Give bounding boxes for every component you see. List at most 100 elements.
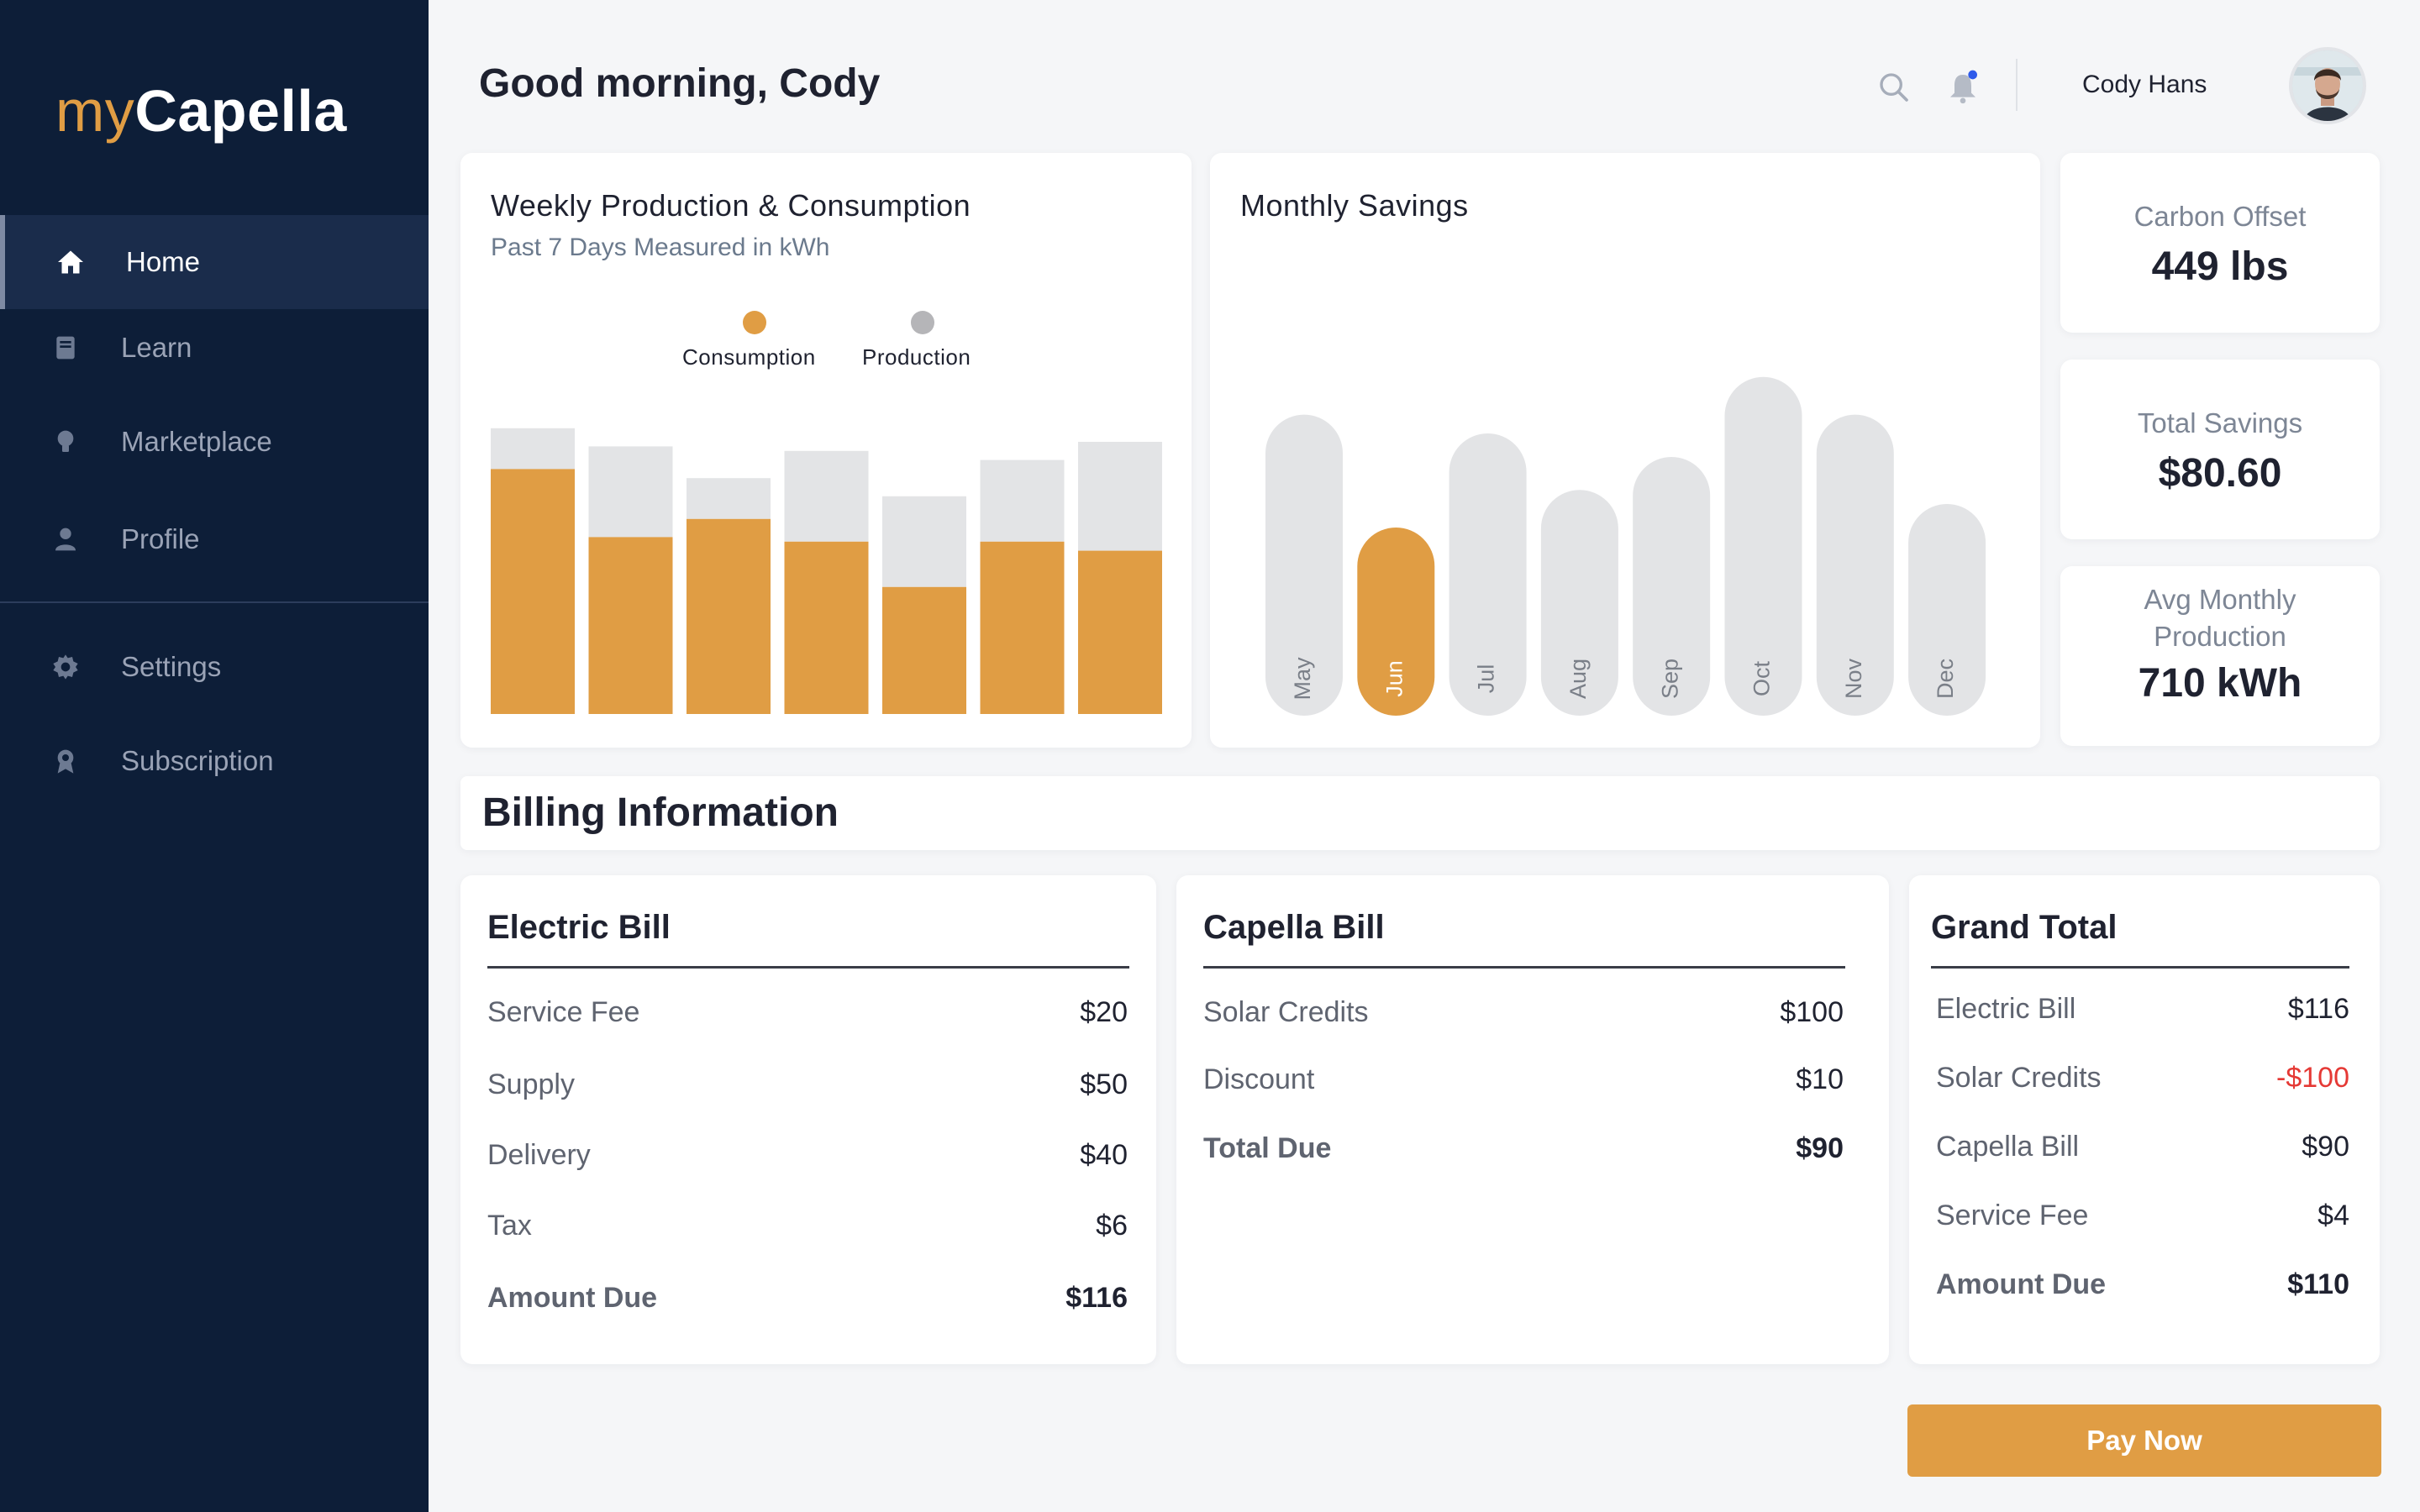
sidebar-divider [0,601,429,603]
bill-row-value: $90 [2302,1131,2349,1163]
bill-row: Delivery $40 [487,1139,1128,1172]
bill-row-label: Solar Credits [1936,1062,2102,1094]
sidebar-item-label: Profile [121,523,200,554]
user-icon [50,524,81,554]
sidebar-item-marketplace[interactable]: Marketplace [0,395,429,489]
consumption-bar [882,586,966,714]
sidebar-item-label: Subscription [121,745,274,776]
bill-row-label: Service Fee [1936,1200,2089,1231]
electric-bill-divider [487,966,1129,969]
bill-row: Solar Credits $100 [1203,996,1844,1029]
bill-row: Supply $50 [487,1068,1128,1101]
bill-row-label: Discount [1203,1063,1315,1095]
lightbulb-icon [50,427,81,457]
grand-total-title: Grand Total [1931,909,2118,946]
sidebar-item-settings[interactable]: Settings [0,620,429,714]
app-logo[interactable]: myCapella [55,77,347,144]
bill-total-value: $90 [1796,1132,1844,1164]
electric-bill-title: Electric Bill [487,909,671,946]
bill-row-label: Service Fee [487,996,640,1028]
bill-total-label: Amount Due [1936,1268,2107,1300]
book-icon [50,333,81,363]
bill-row-value: $40 [1080,1139,1128,1171]
carbon-offset-value: 449 lbs [2151,244,2289,289]
production-bar [882,496,966,587]
bill-row: Tax $6 [487,1210,1128,1242]
bill-total-label: Amount Due [487,1282,658,1314]
production-bar [784,450,869,542]
pay-now-button[interactable]: Pay Now [1907,1404,2381,1477]
bill-row-value: -$100 [2276,1062,2349,1094]
sidebar-item-label: Marketplace [121,426,272,457]
sidebar: myCapella Home Learn Marketplace Profile… [0,0,429,1512]
month-label: Oct [1749,661,1775,697]
capella-bill-title: Capella Bill [1203,909,1385,946]
bill-row-value: $10 [1796,1063,1844,1095]
weekly-chart [491,428,1162,714]
bill-row-label: Solar Credits [1203,996,1369,1028]
month-label: Dec [1933,659,1958,699]
grand-total-card: Grand Total Electric Bill $116 Solar Cred… [1909,875,2380,1364]
month-label: Nov [1841,658,1866,699]
bill-row: Electric Bill $116 [1936,993,2349,1026]
production-bar [687,478,771,519]
bill-row-value: $6 [1096,1210,1128,1242]
bill-row-label: Supply [487,1068,575,1100]
avg-production-label-line2: Production [2154,621,2286,652]
total-savings-value: $80.60 [2158,451,2282,496]
production-bar [588,446,673,538]
electric-bill-card: Electric Bill Service Fee $20 Supply $50 D… [460,875,1156,1364]
billing-header: Billing Information [460,776,2380,850]
avg-production-label-line1: Avg Monthly [2144,584,2296,615]
carbon-offset-label: Carbon Offset [2133,201,2307,232]
bell-icon[interactable] [1946,69,1980,106]
capella-bill-card: Capella Bill Solar Credits $100 Discount $… [1176,875,1889,1364]
user-name[interactable]: Cody Hans [2082,71,2207,99]
bill-row-value: $20 [1080,996,1128,1028]
consumption-bar [784,541,869,714]
carbon-offset-card: Carbon Offset 449 lbs [2060,153,2380,333]
monthly-chart: May Jun Jul Aug Sep Oct Nov Dec [1265,376,1986,716]
gear-icon [50,652,81,682]
total-savings-label: Total Savings [2137,407,2303,438]
bill-row: Capella Bill $90 [1936,1131,2349,1163]
logo-prefix: my [55,78,135,144]
search-icon[interactable] [1877,71,1911,104]
total-savings-card: Total Savings $80.60 [2060,360,2380,539]
consumption-bar [980,541,1065,714]
badge-icon [50,746,81,776]
bill-row-value: $50 [1080,1068,1128,1100]
month-label: Aug [1565,659,1591,699]
bill-row-label: Delivery [487,1139,591,1171]
bill-row-label: Capella Bill [1936,1131,2080,1163]
logo-name: Capella [134,78,347,144]
consumption-bar [491,469,575,714]
bill-row-label: Electric Bill [1936,993,2076,1025]
grand-total-divider [1931,966,2349,969]
bill-row: Discount $10 [1203,1063,1844,1096]
sidebar-item-label: Settings [121,651,222,682]
consumption-bar [588,537,673,714]
bill-total-row: Total Due $90 [1203,1132,1844,1165]
production-bar [1078,442,1162,551]
bill-row: Service Fee $4 [1936,1200,2349,1232]
production-bar [491,428,575,470]
bill-total-label: Total Due [1203,1132,1332,1164]
bill-row-value: $100 [1780,996,1844,1028]
monthly-savings-card: Monthly Savings May Jun Jul Aug Sep Oct Nov Dec [1210,153,2040,748]
bill-row: Solar Credits -$100 [1936,1062,2349,1095]
capella-bill-divider [1203,966,1845,969]
avatar[interactable] [2289,47,2366,124]
home-icon [55,247,86,277]
weekly-chart-card: Weekly Production & Consumption Past 7 D… [460,153,1192,748]
sidebar-item-learn[interactable]: Learn [0,301,429,395]
header-divider [2016,59,2018,111]
sidebar-item-subscription[interactable]: Subscription [0,714,429,808]
sidebar-item-home[interactable]: Home [0,215,429,309]
bill-row-value: $4 [2317,1200,2349,1231]
month-label: Sep [1657,659,1682,699]
bill-total-row: Amount Due $110 [1936,1268,2349,1301]
sidebar-item-profile[interactable]: Profile [0,492,429,586]
bill-total-value: $110 [2287,1268,2349,1300]
month-label: Jun [1381,660,1407,697]
